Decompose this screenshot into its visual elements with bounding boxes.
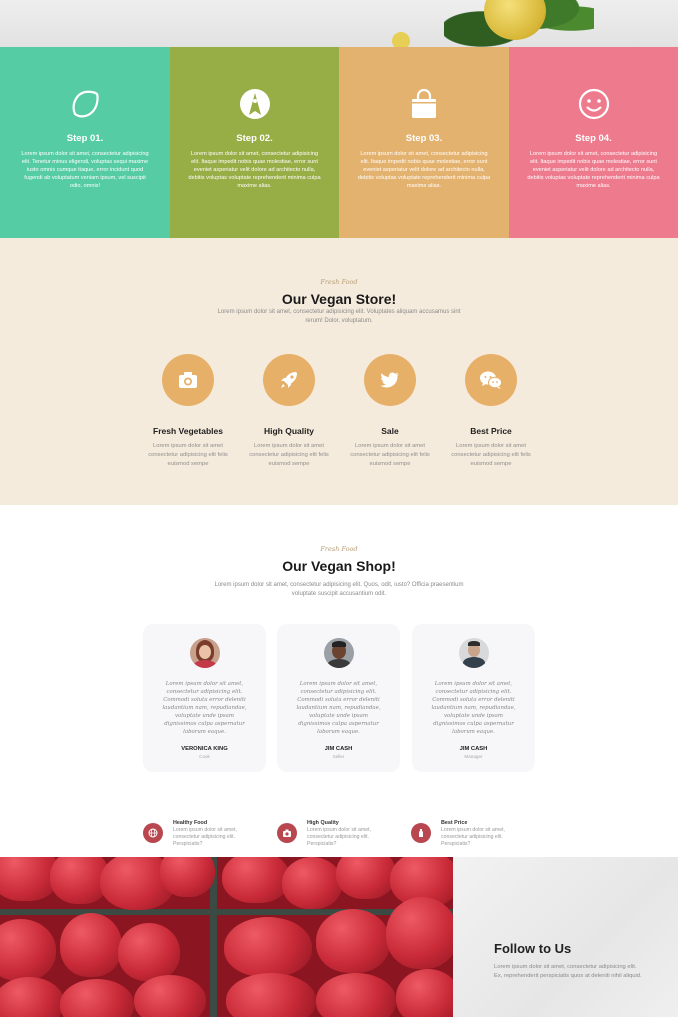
twitter-icon: [380, 372, 399, 388]
feature-name: High Quality: [263, 426, 315, 436]
strawberry: [386, 897, 453, 969]
mini-feature-title: Best Price: [441, 820, 468, 826]
mini-feature-best-price: Best Price Lorem ipsum dolor sit amet, c…: [411, 820, 541, 850]
strawberry: [226, 973, 316, 1017]
feature-desc: Lorem ipsum dolor sit amet consectetur a…: [451, 443, 531, 467]
mini-feature-high-quality: High Quality Lorem ipsum dolor sit amet,…: [277, 820, 407, 850]
mini-feature-desc: Lorem ipsum dolor sit amet, consectetur …: [307, 827, 372, 847]
step-text: Lorem ipsum dolor sit amet, consectetur …: [357, 151, 491, 189]
feature-desc: Lorem ipsum dolor sit amet consectetur a…: [350, 443, 430, 467]
feature-best-price: Best Price Lorem ipsum dolor sit amet co…: [441, 354, 541, 469]
strawberry: [396, 969, 453, 1017]
testimonial-name: JIM CASH: [324, 746, 353, 752]
step-card-1: Step 01. Lorem ipsum dolor sit amet, con…: [0, 47, 170, 238]
mini-feature-desc: Lorem ipsum dolor sit amet, consectetur …: [173, 827, 238, 847]
tray-divider: [0, 909, 453, 915]
strawberry: [222, 857, 290, 903]
bottle-icon: [419, 829, 423, 837]
follow-desc: Lorem ipsum dolor sit amet, consectetur …: [494, 964, 642, 979]
feature-icon-circle[interactable]: [465, 354, 517, 406]
step-title: Step 01.: [66, 133, 104, 144]
fruit-image-small: [392, 32, 410, 47]
strawberry: [134, 975, 206, 1017]
section-tag: Fresh Food: [320, 545, 358, 553]
section-subtitle: Lorem ipsum dolor sit amet, consectetur …: [214, 582, 464, 597]
testimonial-role: Seller: [332, 754, 345, 759]
testimonial-name: JIM CASH: [459, 746, 488, 752]
lemon-icon: [72, 90, 99, 118]
strawberry: [60, 913, 122, 977]
section-title: Our Vegan Store!: [281, 291, 397, 307]
wechat-icon: [480, 371, 502, 389]
testimonial-role: Cook: [199, 754, 210, 759]
mini-feature-icon[interactable]: [143, 823, 163, 843]
step-text: Lorem ipsum dolor sit amet, consectetur …: [21, 151, 149, 189]
avatar: [323, 638, 354, 668]
hero-image: [0, 0, 678, 47]
strawberry: [160, 857, 215, 897]
testimonial-quote: Lorem ipsum dolor sit amet, consectetur …: [431, 681, 516, 735]
feature-name: Fresh Vegetables: [153, 426, 223, 436]
pizza-icon: [239, 89, 270, 119]
step-card-2: Step 02. Lorem ipsum dolor sit amet, con…: [170, 47, 339, 238]
follow-title: Follow to Us: [494, 941, 572, 956]
section-tag: Fresh Food: [320, 278, 358, 286]
step-title: Step 04.: [575, 133, 612, 144]
mini-feature-icon[interactable]: [277, 823, 297, 843]
testimonial-card-3: Lorem ipsum dolor sit amet, consectetur …: [412, 624, 535, 772]
shopping-bag-icon: [412, 88, 436, 118]
feature-icon-circle[interactable]: [263, 354, 315, 406]
feature-fresh-vegetables: Fresh Vegetables Lorem ipsum dolor sit a…: [138, 354, 238, 469]
store-section: Fresh Food Our Vegan Store! Lorem ipsum …: [0, 238, 678, 505]
feature-icon-circle[interactable]: [364, 354, 416, 406]
camera-icon: [179, 372, 197, 388]
rocket-icon: [281, 372, 297, 388]
testimonial-role: Manager: [464, 754, 483, 759]
testimonial-quote: Lorem ipsum dolor sit amet, consectetur …: [162, 681, 247, 735]
step-title: Step 03.: [405, 133, 443, 144]
section-title: Our Vegan Shop!: [282, 558, 396, 574]
feature-icon-circle[interactable]: [162, 354, 214, 406]
feature-sale: Sale Lorem ipsum dolor sit amet consecte…: [340, 354, 440, 469]
strawberry: [316, 973, 396, 1017]
shop-section: Fresh Food Our Vegan Shop! Lorem ipsum d…: [0, 505, 678, 857]
strawberry: [0, 977, 64, 1017]
feature-name: Sale: [381, 426, 399, 436]
strawberry: [0, 919, 56, 981]
feature-desc: Lorem ipsum dolor sit amet consectetur a…: [148, 443, 228, 467]
feature-high-quality: High Quality Lorem ipsum dolor sit amet …: [239, 354, 339, 469]
step-title: Step 02.: [236, 133, 273, 144]
follow-section: Follow to Us Lorem ipsum dolor sit amet,…: [453, 857, 678, 1017]
strawberry: [316, 909, 390, 973]
testimonial-card-1: Lorem ipsum dolor sit amet, consectetur …: [143, 624, 266, 772]
testimonial-name: VERONICA KING: [181, 746, 228, 752]
mini-feature-title: Healthy Food: [173, 820, 208, 826]
testimonial-card-2: Lorem ipsum dolor sit amet, consectetur …: [277, 624, 400, 772]
globe-icon: [148, 828, 158, 838]
steps-section: Step 01. Lorem ipsum dolor sit amet, con…: [0, 47, 678, 238]
avatar: [189, 638, 220, 668]
step-text: Lorem ipsum dolor sit amet, consectetur …: [188, 151, 321, 189]
strawberry: [224, 917, 312, 977]
mini-feature-healthy-food: Healthy Food Lorem ipsum dolor sit amet,…: [143, 820, 273, 850]
strawberry: [118, 923, 180, 981]
step-text: Lorem ipsum dolor sit amet, consectetur …: [527, 151, 660, 189]
mini-feature-icon[interactable]: [411, 823, 431, 843]
step-card-3: Step 03. Lorem ipsum dolor sit amet, con…: [339, 47, 509, 238]
testimonial-quote: Lorem ipsum dolor sit amet, consectetur …: [296, 681, 381, 735]
strawberry: [336, 857, 396, 899]
strawberry: [282, 857, 342, 909]
avatar: [458, 638, 489, 668]
smiley-icon: [578, 88, 609, 120]
section-subtitle: Lorem ipsum dolor sit amet, consectetur …: [217, 309, 461, 324]
feature-name: Best Price: [470, 426, 512, 436]
mini-feature-desc: Lorem ipsum dolor sit amet, consectetur …: [441, 827, 506, 847]
feature-desc: Lorem ipsum dolor sit amet consectetur a…: [249, 443, 329, 467]
camera-icon: [283, 829, 291, 837]
strawberries-image: [0, 857, 453, 1017]
step-card-4: Step 04. Lorem ipsum dolor sit amet, con…: [509, 47, 678, 238]
mini-feature-title: High Quality: [307, 820, 339, 826]
strawberry: [60, 979, 134, 1017]
